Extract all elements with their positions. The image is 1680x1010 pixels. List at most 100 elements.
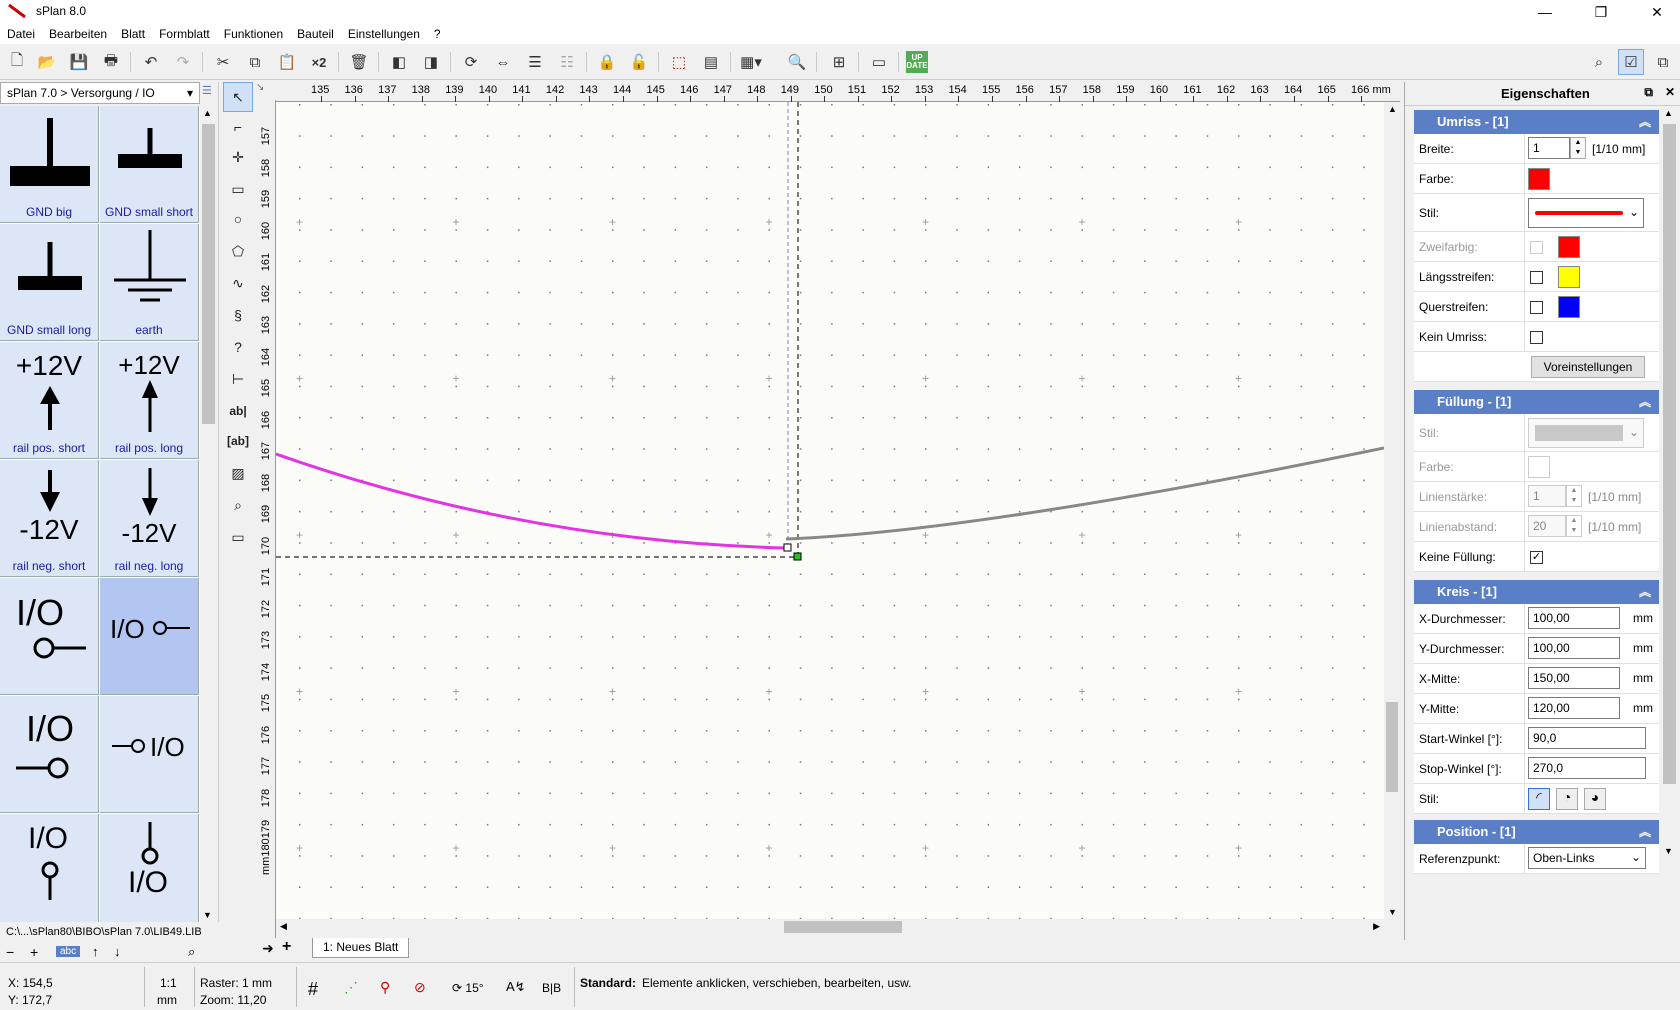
- move-up-button[interactable]: ↑: [92, 944, 99, 959]
- add-symbol-button[interactable]: +: [30, 944, 38, 960]
- align-icon[interactable]: ☰: [522, 49, 548, 75]
- symbol-io-4[interactable]: I/O: [100, 696, 199, 813]
- scroll-left-icon[interactable]: ◀: [280, 921, 287, 932]
- scroll-up-icon[interactable]: ▲: [203, 108, 212, 118]
- scroll-down-icon[interactable]: ▼: [1388, 907, 1397, 917]
- text-tool-icon[interactable]: ab|: [223, 396, 253, 426]
- cut-icon[interactable]: ✂: [210, 49, 236, 75]
- line-tool-icon[interactable]: ⌐: [223, 112, 253, 142]
- linienabstand-input[interactable]: 20: [1528, 515, 1566, 537]
- scroll-down-icon[interactable]: ▼: [203, 910, 212, 920]
- symbol-gnd-small-long[interactable]: GND small long: [0, 224, 99, 341]
- symbol-io-5[interactable]: I/O: [0, 814, 99, 922]
- close-button[interactable]: ✕: [1634, 0, 1680, 24]
- measure-tool-icon[interactable]: ▭: [223, 522, 253, 552]
- arrow-right-icon[interactable]: ➜: [262, 940, 274, 957]
- sheet-size-icon[interactable]: ⬚: [666, 49, 692, 75]
- angle-icon[interactable]: ⟳ 15°: [452, 981, 484, 995]
- symbol-earth[interactable]: earth: [100, 224, 199, 341]
- rectangle-tool-icon[interactable]: ▭: [223, 174, 253, 204]
- minimize-button[interactable]: —: [1522, 0, 1568, 24]
- image-tool-icon[interactable]: ▨: [223, 458, 253, 488]
- menu-bearbeiten[interactable]: Bearbeiten: [42, 27, 114, 41]
- y-mitte-input[interactable]: 120,00: [1528, 697, 1620, 719]
- start-winkel-input[interactable]: 90,0: [1528, 727, 1646, 749]
- remove-symbol-button[interactable]: −: [6, 944, 14, 960]
- status-zoom[interactable]: Zoom: 11,20: [200, 993, 266, 1007]
- querstreifen-checkbox[interactable]: [1530, 301, 1543, 314]
- canvas-vscroll[interactable]: ▲ ▼: [1384, 102, 1400, 919]
- add-sheet-icon[interactable]: +: [282, 938, 291, 956]
- bib-toggle-icon[interactable]: B|B: [542, 981, 561, 995]
- menu-datei[interactable]: Datei: [0, 27, 42, 41]
- search-icon[interactable]: ⌕: [188, 944, 195, 960]
- kein-umriss-checkbox[interactable]: [1530, 331, 1543, 344]
- zweifarbig-checkbox[interactable]: [1530, 241, 1543, 254]
- collapse-icon[interactable]: ︽: [1639, 393, 1651, 410]
- arc-selected[interactable]: [275, 452, 789, 550]
- keine-fuellung-checkbox[interactable]: ✓: [1530, 551, 1543, 564]
- laengsstreifen-color-swatch[interactable]: [1558, 266, 1580, 288]
- network-icon[interactable]: ⊞: [826, 49, 852, 75]
- windows-icon[interactable]: ⧉: [1650, 49, 1676, 75]
- align2-icon[interactable]: ☷: [554, 49, 580, 75]
- label-toggle-button[interactable]: abc: [56, 946, 81, 957]
- float-panel-icon[interactable]: ⧉: [1644, 85, 1653, 100]
- scroll-thumb[interactable]: [1386, 702, 1398, 792]
- tab-neues-blatt[interactable]: 1: Neues Blatt: [312, 938, 410, 958]
- arc-style-icon[interactable]: ◜: [1528, 788, 1550, 810]
- laengsstreifen-checkbox[interactable]: [1530, 271, 1543, 284]
- symbol-io-1[interactable]: I/O: [0, 578, 99, 695]
- fuellung-stil-select[interactable]: ⌄: [1528, 418, 1644, 448]
- restore-button[interactable]: ❐: [1578, 0, 1624, 24]
- section-umriss[interactable]: Umriss - [1] ︽: [1414, 110, 1659, 134]
- open-folder-icon[interactable]: 📂: [34, 49, 60, 75]
- pointer-tool-icon[interactable]: ↖: [223, 82, 253, 112]
- scroll-up-icon[interactable]: ▲: [1664, 108, 1673, 118]
- menu-formblatt[interactable]: Formblatt: [152, 27, 217, 41]
- magnet-icon[interactable]: ⚲: [380, 979, 390, 996]
- voreinstellungen-button[interactable]: Voreinstellungen: [1531, 356, 1645, 378]
- x-mitte-input[interactable]: 150,00: [1528, 667, 1620, 689]
- menu-blatt[interactable]: Blatt: [114, 27, 152, 41]
- menu-einstellungen[interactable]: Einstellungen: [341, 27, 427, 41]
- pages-icon[interactable]: ▤: [698, 49, 724, 75]
- zoom-icon[interactable]: 🔍: [784, 49, 810, 75]
- stop-winkel-input[interactable]: 270,0: [1528, 757, 1646, 779]
- fuellung-color-swatch[interactable]: [1528, 456, 1550, 478]
- junction-tool-icon[interactable]: ✛: [223, 142, 253, 172]
- ruler-origin-icon[interactable]: ↘: [256, 82, 270, 100]
- linienstaerke-input[interactable]: 1: [1528, 485, 1566, 507]
- collapse-icon[interactable]: ︽: [1639, 823, 1651, 840]
- print-icon[interactable]: 🖶: [98, 49, 124, 75]
- symbol-gnd-big[interactable]: GND big: [0, 106, 99, 223]
- section-fuellung[interactable]: Füllung - [1] ︽: [1414, 390, 1659, 414]
- linienabstand-spinner[interactable]: ▲ ▼: [1566, 515, 1582, 537]
- arc-gray[interactable]: [785, 446, 1385, 541]
- status-raster[interactable]: Raster: 1 mm: [200, 976, 272, 990]
- handle-end[interactable]: [793, 552, 802, 561]
- symbol-io-2[interactable]: I/O: [100, 578, 199, 695]
- snap-connect-icon[interactable]: ⋰: [344, 979, 358, 996]
- bezier-tool-icon[interactable]: ∿: [223, 268, 253, 298]
- zweifarbig-color-swatch[interactable]: [1558, 236, 1580, 258]
- x-durchmesser-input[interactable]: 100,00: [1528, 607, 1620, 629]
- scroll-down-icon[interactable]: ▼: [1664, 846, 1673, 856]
- move-down-button[interactable]: ↓: [114, 944, 121, 959]
- grid-snap-icon[interactable]: #: [308, 979, 318, 1000]
- connection-icon[interactable]: ⊘: [414, 979, 426, 996]
- dimension-tool-icon[interactable]: ⊢: [223, 364, 253, 394]
- delete-icon[interactable]: 🗑: [346, 49, 372, 75]
- properties-toggle-icon[interactable]: ☑: [1618, 49, 1644, 75]
- symbol-io-3[interactable]: I/O: [0, 696, 99, 813]
- scroll-thumb[interactable]: [1663, 124, 1676, 784]
- section-position[interactable]: Position - [1] ︽: [1414, 820, 1659, 844]
- redo-icon[interactable]: ↷: [170, 49, 196, 75]
- scroll-right-icon[interactable]: ▶: [1373, 921, 1380, 932]
- stil-line-select[interactable]: ⌄: [1528, 198, 1644, 228]
- symbol-rail-neg-short[interactable]: -12V rail neg. short: [0, 460, 99, 577]
- querstreifen-color-swatch[interactable]: [1558, 296, 1580, 318]
- textbox-tool-icon[interactable]: [ab]: [223, 426, 253, 456]
- menu-help[interactable]: ?: [427, 27, 448, 41]
- y-durchmesser-input[interactable]: 100,00: [1528, 637, 1620, 659]
